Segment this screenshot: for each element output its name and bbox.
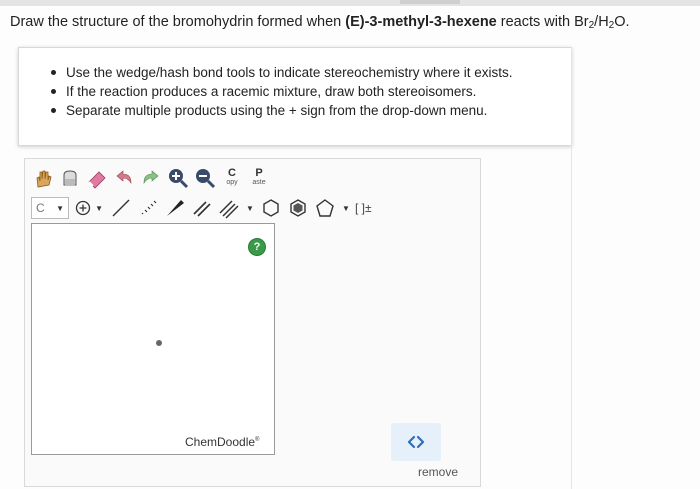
- hexagon-icon: [263, 199, 279, 217]
- triple-bond-tool[interactable]: [217, 196, 241, 220]
- chevron-down-icon: ▼: [95, 203, 103, 213]
- cyclohexane-tool[interactable]: [259, 196, 283, 220]
- top-bar-tab: [400, 0, 460, 4]
- redo-tool[interactable]: [139, 166, 163, 190]
- zoom-out-icon: [196, 169, 216, 189]
- zoom-out-tool[interactable]: [193, 166, 217, 190]
- pentagon-icon: [316, 199, 334, 217]
- instructions-box: Use the wedge/hash bond tools to indicat…: [18, 47, 572, 146]
- benzene-tool[interactable]: [286, 196, 310, 220]
- chevron-down-icon: ▼: [342, 203, 350, 213]
- ring-options-dropdown[interactable]: ▼: [340, 196, 352, 220]
- eraser-icon: [88, 171, 106, 189]
- benzene-icon: [290, 199, 306, 217]
- top-bar: [0, 0, 700, 6]
- right-panel: [571, 47, 700, 489]
- double-bond-tool[interactable]: [190, 196, 214, 220]
- hash-bond-icon: [141, 200, 157, 215]
- remove-link[interactable]: remove: [418, 465, 458, 479]
- wedge-bond-icon: [167, 200, 184, 216]
- charge-bracket-tool[interactable]: [ ]±: [355, 201, 383, 215]
- wedge-bond-tool[interactable]: [163, 196, 187, 220]
- toolbar-row-1: C opy P aste: [31, 163, 271, 193]
- single-bond-tool[interactable]: [109, 196, 133, 220]
- hash-bond-tool[interactable]: [136, 196, 160, 220]
- chevron-down-icon: ▼: [56, 203, 64, 213]
- charge-plus-select[interactable]: ▼: [72, 197, 106, 219]
- plus-circle-icon: [75, 200, 91, 216]
- redo-icon: [143, 170, 159, 185]
- hand-icon: [36, 170, 52, 188]
- double-bond-icon: [193, 201, 211, 217]
- undo-tool[interactable]: [112, 166, 136, 190]
- bond-options-dropdown[interactable]: ▼: [244, 196, 256, 220]
- question-text: Draw the structure of the bromohydrin fo…: [10, 14, 630, 31]
- chemdoodle-logo: ChemDoodle®: [185, 435, 260, 449]
- zoom-in-icon: [169, 169, 189, 189]
- drawing-canvas[interactable]: ?: [31, 223, 275, 455]
- paste-button[interactable]: P aste: [247, 164, 271, 192]
- expand-arrows-icon: [407, 435, 425, 449]
- zoom-in-tool[interactable]: [166, 166, 190, 190]
- copy-button[interactable]: C opy: [220, 164, 244, 192]
- single-bond-icon: [112, 199, 130, 217]
- expand-button[interactable]: [391, 423, 441, 461]
- triple-bond-icon: [219, 200, 239, 219]
- canvas-dot: [156, 340, 162, 346]
- element-select[interactable]: C ▼: [31, 197, 69, 219]
- instruction-item: Use the wedge/hash bond tools to indicat…: [51, 63, 512, 82]
- toolbar-row-2: C ▼ ▼ ▼ ▼ []±: [31, 195, 383, 221]
- cyclopentane-tool[interactable]: [313, 196, 337, 220]
- instruction-item: Separate multiple products using the + s…: [51, 101, 512, 120]
- chevron-down-icon: ▼: [246, 203, 254, 213]
- eraser-tool[interactable]: [85, 166, 109, 190]
- undo-icon: [116, 170, 132, 185]
- lasso-icon: [63, 170, 77, 186]
- chemdoodle-editor: C opy P aste C ▼ ▼ ▼ ▼ []± ? ChemDoodle…: [24, 158, 481, 487]
- help-icon[interactable]: ?: [248, 238, 266, 256]
- lasso-tool[interactable]: [58, 166, 82, 190]
- compound-name: (E)-3-methyl-3-hexene: [345, 14, 497, 30]
- instruction-item: If the reaction produces a racemic mixtu…: [51, 82, 512, 101]
- hand-tool[interactable]: [31, 166, 55, 190]
- instructions-list: Use the wedge/hash bond tools to indicat…: [51, 63, 512, 120]
